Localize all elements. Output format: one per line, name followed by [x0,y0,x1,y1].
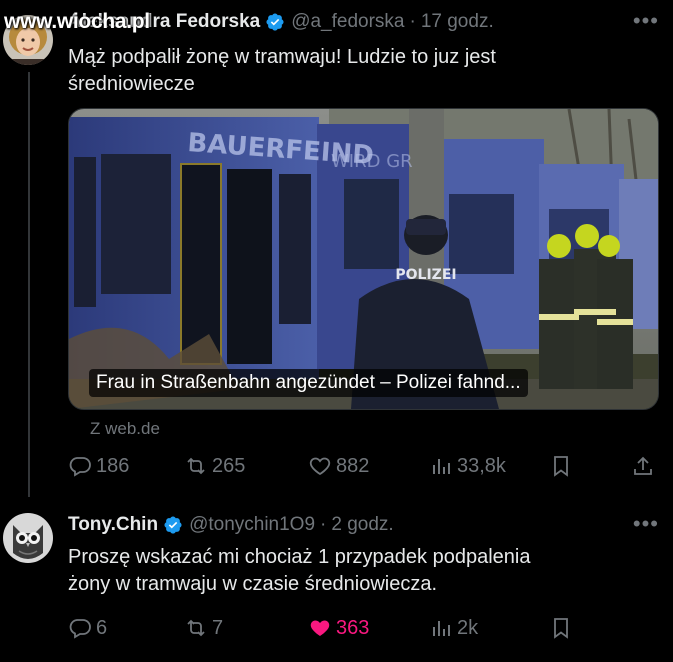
reply-button[interactable]: 6 [68,616,107,640]
repost-icon [187,457,205,475]
tweet-header: Aleksandra Fedorska @a_fedorska · 17 god… [68,11,494,33]
share-icon [634,456,652,475]
views-icon [433,621,450,636]
views-count: 2k [457,616,479,639]
thread-connector [28,72,30,497]
link-card-image[interactable]: BAUERFEIND WIRD GR POLIZEI Frau in Straß… [68,108,659,410]
bookmark-icon [554,618,568,639]
like-count: 882 [336,454,370,477]
owl-avatar-image [3,513,53,563]
heart-icon [310,620,330,636]
timestamp[interactable]: 17 godz. [421,11,494,33]
verified-badge-icon [266,13,284,31]
reply-icon [69,619,91,639]
repost-button[interactable]: 7 [184,616,223,640]
repost-count: 7 [212,616,224,639]
reply-icon [69,457,91,477]
timestamp[interactable]: 2 godz. [331,514,393,536]
repost-icon [187,619,205,637]
bookmark-button[interactable] [549,454,577,478]
tweet-text: Proszę wskazać mi chociaż 1 przypadek po… [68,546,531,595]
bookmark-button[interactable] [549,616,577,640]
tweet[interactable]: Aleksandra Fedorska @a_fedorska · 17 god… [0,0,673,497]
heart-icon [309,457,331,476]
bookmark-icon [554,456,568,477]
tweet-text: Mąż podpalił żonę w tramwaju! Ludzie to … [68,46,496,95]
repost-count: 265 [212,454,246,477]
like-count: 363 [336,616,370,639]
tweet-reply[interactable]: Tony.Chin @tonychin1О9 · 2 godz. ••• Pro… [0,495,673,662]
more-icon[interactable]: ••• [633,511,659,537]
author-handle[interactable]: @tonychin1О9 [189,514,315,536]
views-button[interactable]: 33,8k [429,454,506,478]
share-button[interactable] [631,454,659,478]
site-watermark: www.wiocha.pl [4,10,150,33]
reply-count: 186 [96,454,130,477]
tweet-actions: 186 265 882 33,8k [68,454,673,482]
reply-button[interactable]: 186 [68,454,129,478]
link-source[interactable]: Z web.de [90,419,160,439]
link-card-title[interactable]: Frau in Straßenbahn angezündet – Polizei… [89,369,528,397]
verified-badge-icon [164,516,182,534]
views-button[interactable]: 2k [429,616,478,640]
tweet-header: Tony.Chin @tonychin1О9 · 2 godz. [68,514,394,536]
police-vest-label: POLIZEI [395,267,456,283]
more-icon[interactable]: ••• [633,8,659,34]
tram-police-photo: BAUERFEIND WIRD GR POLIZEI [69,109,658,409]
reply-count: 6 [96,616,108,639]
author-handle[interactable]: @a_fedorska [291,11,404,33]
repost-button[interactable]: 265 [184,454,245,478]
views-count: 33,8k [457,454,506,477]
author-name[interactable]: Tony.Chin [68,514,158,536]
tweet-actions: 6 7 363 2k [68,616,673,644]
tram-lettering-2: WIRD GR [331,151,413,172]
avatar[interactable] [3,513,53,563]
like-button[interactable]: 882 [308,454,369,478]
views-icon [433,459,450,474]
like-button[interactable]: 363 [308,616,369,640]
